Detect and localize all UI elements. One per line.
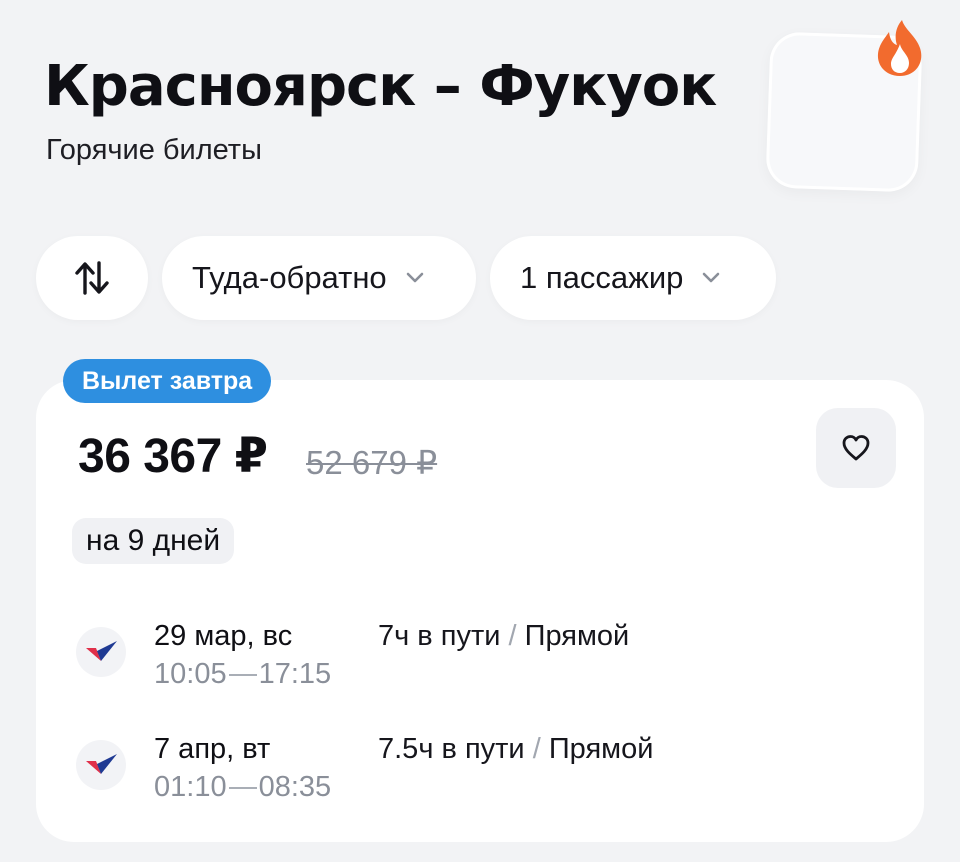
- heart-icon: [842, 435, 870, 461]
- segment-date: 29 мар, вс: [154, 620, 293, 652]
- flight-type: Прямой: [548, 733, 654, 765]
- page-subtitle: Горячие билеты: [46, 134, 262, 166]
- swap-direction-button[interactable]: [36, 236, 148, 320]
- departure-time: 01:10: [154, 771, 227, 803]
- passengers-label: 1 пассажир: [520, 260, 684, 295]
- airline-wing-icon: [86, 754, 117, 774]
- trip-duration-chip: на 9 дней: [72, 518, 235, 564]
- segment-date: 7 апр, вт: [154, 733, 271, 765]
- time-separator: [228, 674, 257, 677]
- arrival-time: 17:15: [258, 658, 332, 690]
- passengers-select[interactable]: 1 пассажир: [490, 236, 776, 320]
- favorite-button[interactable]: [816, 408, 896, 488]
- trip-type-label: Туда-обратно: [192, 260, 387, 295]
- chevron-down-icon: [703, 272, 720, 283]
- segment-times: 10:05 17:15: [154, 658, 331, 691]
- segment-info: 7ч в пути / Прямой: [378, 620, 629, 653]
- flight-type: Прямой: [524, 620, 630, 652]
- time-separator: [228, 787, 257, 790]
- travel-time: 7.5ч в пути: [378, 733, 525, 765]
- airline-logo: [76, 740, 126, 790]
- page-title: Красноярск – Фукуок: [44, 54, 717, 119]
- info-separator: /: [532, 733, 541, 765]
- departure-badge: Вылет завтра: [63, 359, 272, 403]
- arrival-time: 08:35: [258, 771, 332, 803]
- departure-time: 10:05: [154, 658, 227, 690]
- ticket-price: 36 367 ₽: [78, 430, 268, 483]
- trip-type-select[interactable]: Туда-обратно: [162, 236, 476, 320]
- info-separator: /: [508, 620, 517, 652]
- airline-wing-icon: [86, 641, 117, 661]
- chevron-down-icon: [406, 272, 423, 283]
- fire-icon: [877, 20, 922, 76]
- old-price: 52 679 ₽: [306, 444, 438, 481]
- segment-times: 01:10 08:35: [154, 771, 331, 804]
- segment-info: 7.5ч в пути / Прямой: [378, 733, 653, 766]
- travel-time: 7ч в пути: [378, 620, 501, 652]
- airline-logo: [76, 627, 126, 677]
- swap-arrows-icon: [75, 261, 109, 295]
